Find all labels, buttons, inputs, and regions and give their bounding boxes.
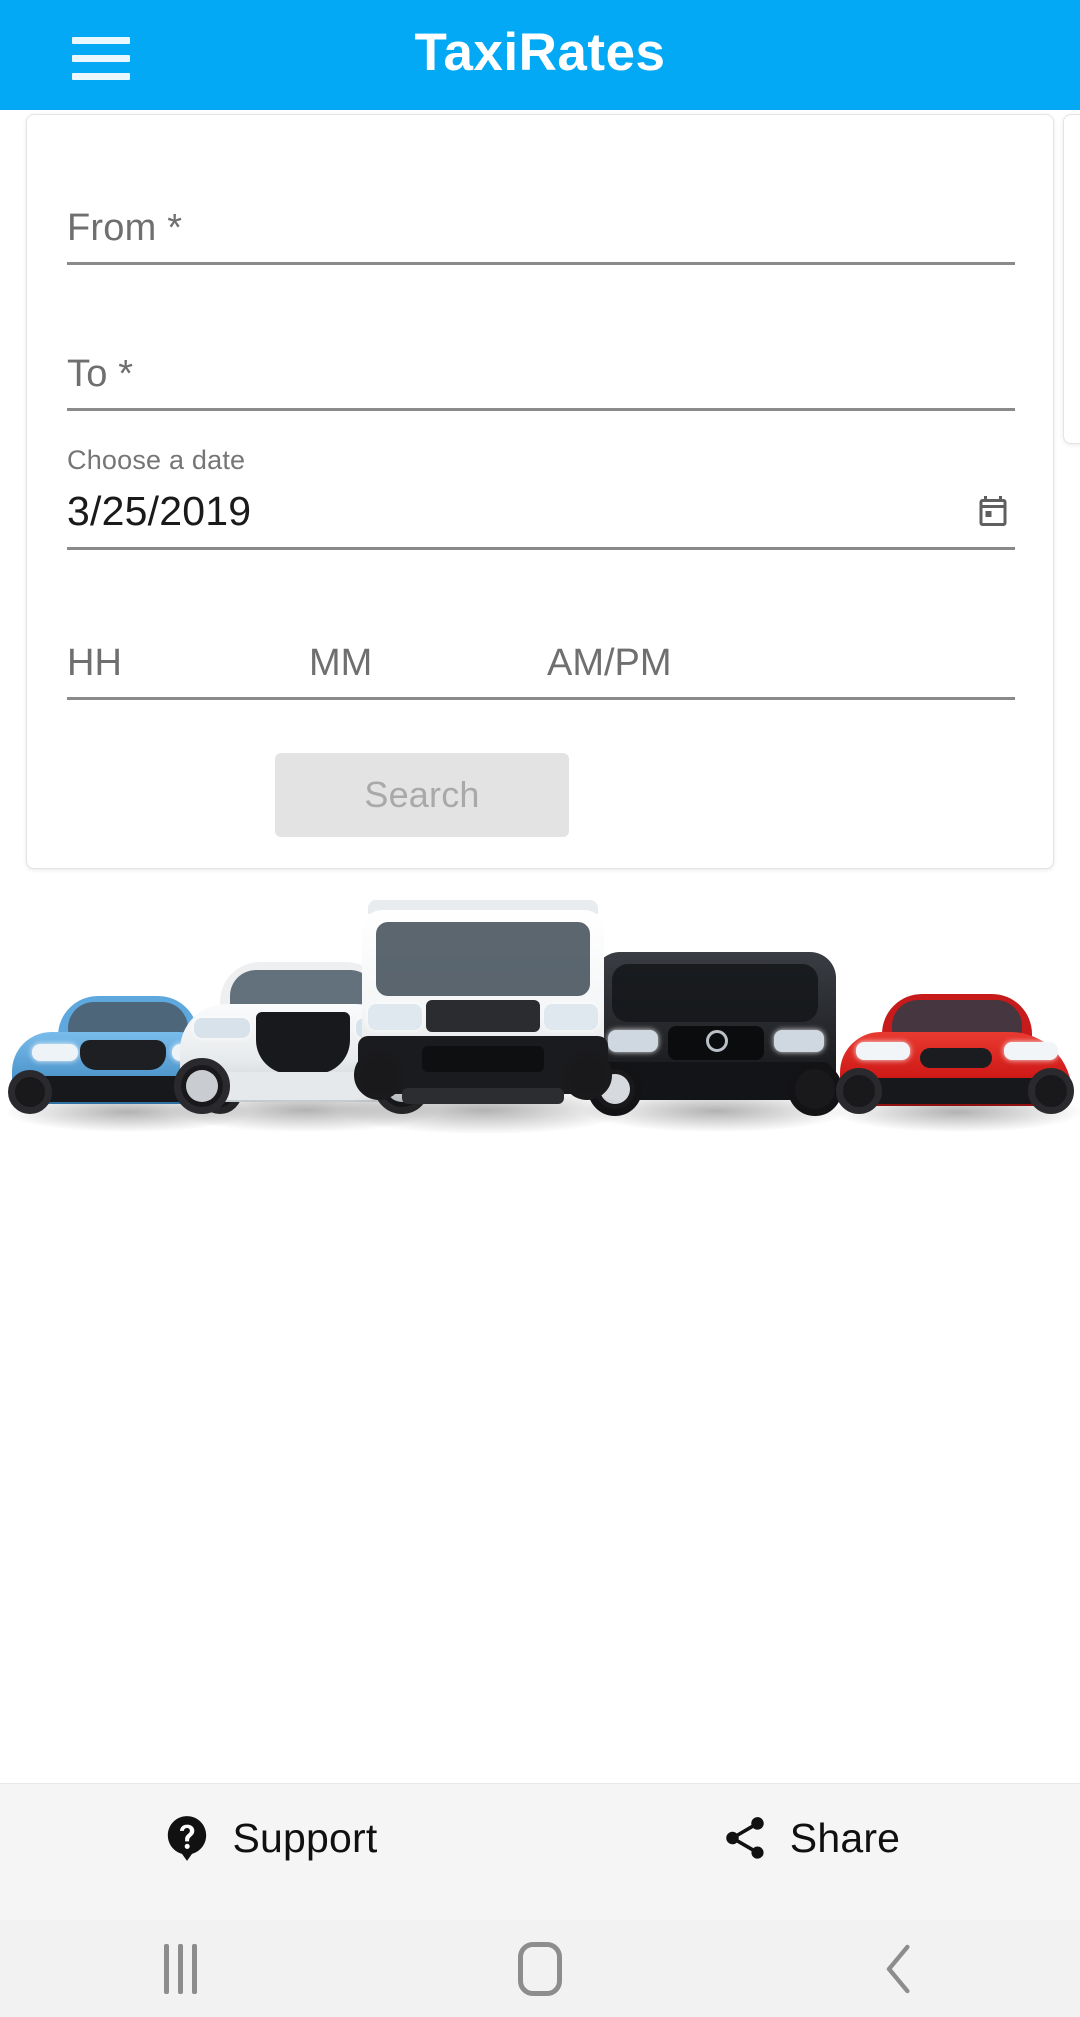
van-headlight-left	[368, 1004, 422, 1030]
home-icon	[518, 1941, 562, 1996]
vehicle-red-sedan	[834, 992, 1080, 1132]
sedan-windshield	[892, 1000, 1022, 1034]
help-support-icon	[168, 1816, 207, 1861]
sedan-wheel-right	[1028, 1068, 1074, 1114]
app-bar: TaxiRates	[0, 0, 1080, 110]
back-chevron-icon	[886, 1944, 910, 1993]
coupe-headlight-left	[32, 1044, 78, 1061]
coupe-windshield	[68, 1002, 188, 1034]
suv-spindle-grille	[256, 1012, 350, 1074]
coupe-wheel-left	[8, 1070, 52, 1114]
recents-bar-3	[191, 1943, 197, 1994]
minute-input-placeholder[interactable]: MM	[309, 642, 547, 685]
black-van-emblem	[706, 1030, 728, 1052]
van-windshield	[376, 922, 590, 996]
support-button[interactable]: Support	[0, 1784, 540, 1920]
vehicle-black-passenger-van	[584, 952, 848, 1132]
suv-hubcap-left	[186, 1070, 218, 1102]
van-grille	[426, 1000, 540, 1032]
nav-home-button[interactable]	[360, 1920, 720, 2017]
calendar-icon[interactable]	[975, 493, 1011, 529]
app-screen: TaxiRates From * To * Choose a date 3/25…	[0, 0, 1080, 2017]
van-wheel-left	[354, 1050, 404, 1100]
next-card-peek[interactable]	[1063, 114, 1080, 444]
nav-back-button[interactable]	[720, 1920, 1080, 2017]
from-underline	[67, 262, 1015, 265]
van-wheel-right	[562, 1050, 612, 1100]
van-headlight-right	[544, 1004, 598, 1030]
sedan-wheel-left	[836, 1068, 882, 1114]
suv-headlight-left	[194, 1018, 250, 1038]
recents-bar-2	[177, 1943, 183, 1994]
date-value[interactable]: 3/25/2019	[67, 488, 251, 535]
bottom-action-bar: Support Share	[0, 1783, 1080, 1920]
vehicle-white-cargo-van	[338, 900, 630, 1134]
recents-bar-1	[163, 1943, 169, 1994]
date-row: 3/25/2019	[67, 488, 1015, 535]
meridiem-input-placeholder[interactable]: AM/PM	[547, 642, 672, 685]
recents-icon	[163, 1943, 197, 1994]
time-row: HH MM AM/PM	[67, 642, 1015, 685]
date-underline	[67, 547, 1015, 550]
time-field[interactable]: HH MM AM/PM	[67, 642, 1015, 700]
from-field[interactable]: From *	[67, 207, 1015, 265]
from-input-placeholder[interactable]: From *	[67, 207, 1015, 250]
hour-input-placeholder[interactable]: HH	[67, 642, 309, 685]
sedan-headlight-right	[1004, 1042, 1058, 1060]
van-lower-intake	[422, 1046, 544, 1072]
date-field-label: Choose a date	[67, 445, 246, 475]
black-van-wheel-right	[788, 1062, 842, 1116]
coupe-grille	[80, 1040, 166, 1070]
sedan-headlight-left	[856, 1042, 910, 1060]
share-icon	[726, 1817, 764, 1859]
vehicles-hero-image	[0, 880, 1080, 1140]
black-van-windshield	[612, 964, 818, 1022]
search-button[interactable]: Search	[275, 753, 569, 837]
time-underline	[67, 697, 1015, 700]
black-van-headlight-right	[774, 1030, 824, 1052]
android-nav-bar	[0, 1920, 1080, 2017]
share-button[interactable]: Share	[540, 1784, 1080, 1920]
support-label: Support	[232, 1814, 378, 1861]
to-field[interactable]: To *	[67, 353, 1015, 411]
to-input-placeholder[interactable]: To *	[67, 353, 1015, 396]
page-title: TaxiRates	[414, 23, 666, 82]
search-card: From * To * Choose a date 3/25/2019 HH M…	[26, 114, 1054, 869]
share-label: Share	[789, 1814, 901, 1861]
nav-recents-button[interactable]	[0, 1920, 360, 2017]
date-field[interactable]: Choose a date 3/25/2019	[67, 445, 1015, 550]
sedan-grille	[920, 1048, 992, 1068]
to-underline	[67, 408, 1015, 411]
van-splitter	[402, 1088, 564, 1104]
